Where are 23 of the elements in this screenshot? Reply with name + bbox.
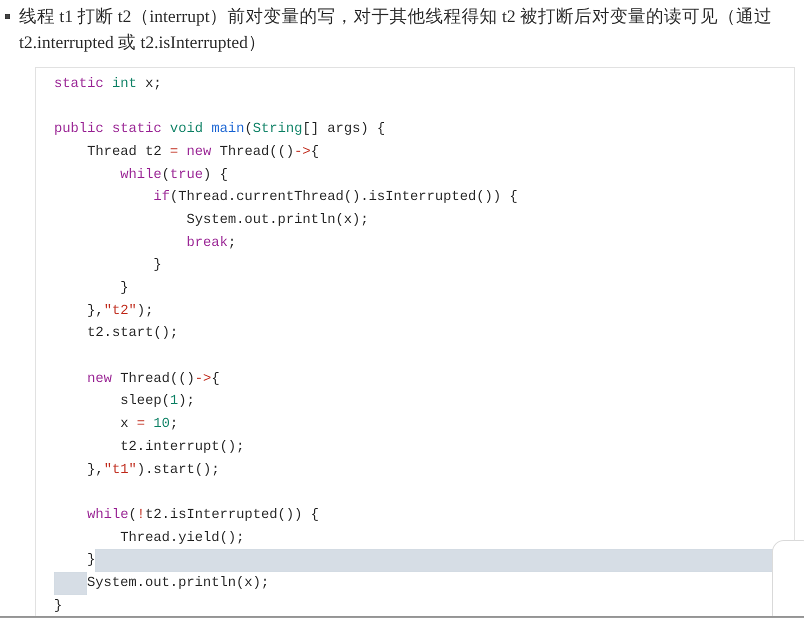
code-line: while(true) { (119, 168, 228, 183)
code-line: new Thread(()->{ (86, 372, 220, 387)
bullet-icon (5, 14, 10, 19)
code-line: if(Thread.currentThread().isInterrupted()) { (152, 190, 518, 206)
code-line: } (152, 258, 162, 274)
list-item-text: 线程 t1 打断 t2（interrupt）前对变量的写，对于其他线程得知 t2 被打断后对变量的读可见（通过 t2.interrupted 或 t2.isInterrupted） (19, 5, 773, 54)
code-line: x = 10; (119, 417, 178, 432)
code-line: System.out.println(x); (185, 212, 369, 228)
code-line: },"t1").start(); (86, 462, 220, 478)
code-line: static int x; (54, 76, 162, 92)
code-line: sleep(1); (119, 394, 195, 410)
code-line: } (86, 553, 96, 568)
code-line: Thread.yield(); (119, 530, 244, 546)
code-line: break; (185, 236, 236, 251)
code-line: t2.start(); (86, 326, 178, 342)
code-line: public static void main(String[] args) { (54, 122, 386, 138)
code-line: System.out.println(x); (87, 576, 270, 591)
code-line: Thread t2 = new Thread(()->{ (86, 144, 319, 160)
code-line: },"t2"); (86, 304, 154, 319)
code-line: } (119, 281, 129, 296)
code-line: t2.interrupt(); (119, 440, 244, 455)
code-line: } (54, 598, 62, 614)
code-line: while(!t2.isInterrupted()) { (86, 508, 319, 523)
